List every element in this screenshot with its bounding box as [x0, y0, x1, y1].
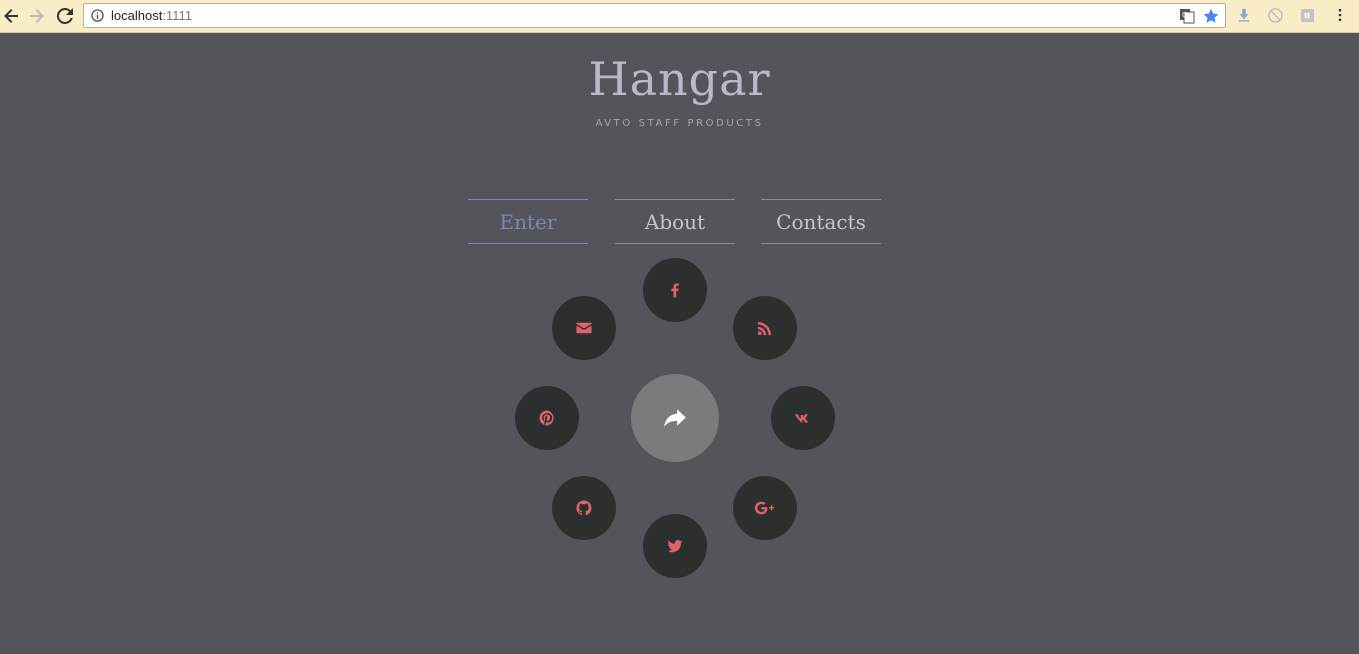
rss-icon — [757, 322, 771, 336]
browser-menu-icon[interactable] — [1332, 7, 1348, 23]
menu-item-enter[interactable]: Enter — [468, 199, 588, 244]
email-button[interactable] — [552, 296, 616, 360]
twitter-button[interactable] — [643, 514, 707, 578]
menu-item-about[interactable]: About — [615, 199, 735, 244]
google-plus-icon — [754, 501, 775, 515]
facebook-icon — [671, 283, 679, 298]
menu-item-contacts[interactable]: Contacts — [761, 199, 881, 244]
github-icon — [576, 500, 592, 516]
email-icon — [576, 322, 592, 334]
reload-icon — [57, 8, 73, 24]
pinterest-button[interactable] — [515, 386, 579, 450]
address-bar[interactable]: localhost:1111 G — [83, 3, 1226, 28]
url-text: localhost:1111 — [111, 8, 192, 23]
forward-button[interactable] — [26, 5, 48, 27]
extension-icon[interactable] — [1299, 7, 1315, 23]
share-button[interactable] — [631, 374, 719, 462]
info-icon[interactable] — [91, 9, 104, 22]
github-button[interactable] — [552, 476, 616, 540]
rss-button[interactable] — [733, 296, 797, 360]
site-subtitle: AVTO STAFF PRODUCTS — [595, 118, 764, 129]
reload-button[interactable] — [54, 5, 76, 27]
twitter-icon — [667, 539, 683, 553]
download-extension-icon[interactable] — [1236, 7, 1252, 23]
vk-button[interactable] — [771, 386, 835, 450]
pinterest-icon — [539, 410, 554, 426]
share-icon — [664, 409, 686, 427]
forward-arrow-icon — [30, 9, 44, 23]
back-arrow-icon — [4, 9, 18, 23]
translate-icon[interactable]: G — [1179, 8, 1195, 24]
vk-icon — [794, 414, 809, 423]
site-title: Hangar — [588, 52, 771, 106]
blocked-extension-icon[interactable] — [1267, 7, 1283, 23]
back-button[interactable] — [0, 5, 22, 27]
bookmark-star-icon[interactable] — [1203, 8, 1219, 24]
browser-toolbar: localhost:1111 G — [0, 0, 1359, 33]
svg-text:G: G — [1182, 11, 1187, 19]
facebook-button[interactable] — [643, 258, 707, 322]
google-plus-button[interactable] — [733, 476, 797, 540]
